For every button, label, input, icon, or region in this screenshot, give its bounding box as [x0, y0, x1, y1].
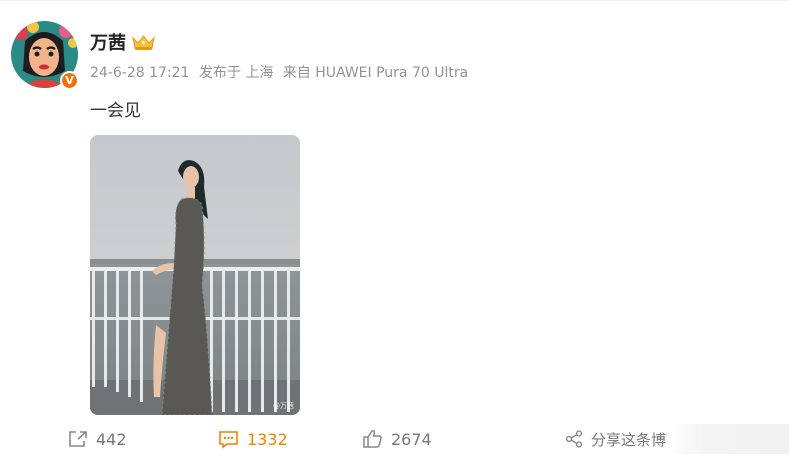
verified-badge: V — [60, 71, 79, 90]
image-watermark: @万茜 — [273, 402, 294, 410]
comment-count: 1332 — [247, 429, 288, 449]
share-label: 分享这条博 — [591, 430, 667, 449]
post-meta: 24-6-28 17:21 发布于 上海 来自 HUAWEI Pura 70 U… — [90, 62, 473, 82]
crown-icon[interactable] — [131, 33, 156, 51]
post-text: 一会见 — [90, 101, 141, 121]
share-label-fade — [668, 424, 789, 454]
top-divider — [0, 0, 789, 1]
forward-button[interactable]: 442 — [68, 428, 127, 450]
comment-button[interactable]: 1332 — [218, 428, 288, 450]
post-date[interactable]: 24-6-28 17:21 — [90, 65, 189, 81]
author-name[interactable]: 万茜 — [90, 29, 126, 55]
post-location: 发布于 上海 — [198, 65, 274, 81]
forward-count: 442 — [96, 429, 127, 449]
comment-icon — [219, 430, 238, 449]
share-button[interactable]: 分享这条博 — [565, 428, 666, 450]
like-button[interactable]: 2674 — [362, 428, 432, 450]
like-icon — [363, 429, 382, 448]
post-source: 来自 HUAWEI Pura 70 Ultra — [282, 65, 469, 81]
share-icon — [565, 430, 583, 448]
author-row: 万茜 — [90, 30, 156, 54]
forward-icon — [69, 431, 87, 447]
like-count: 2674 — [391, 429, 432, 449]
post-image[interactable]: @万茜 — [90, 135, 300, 415]
